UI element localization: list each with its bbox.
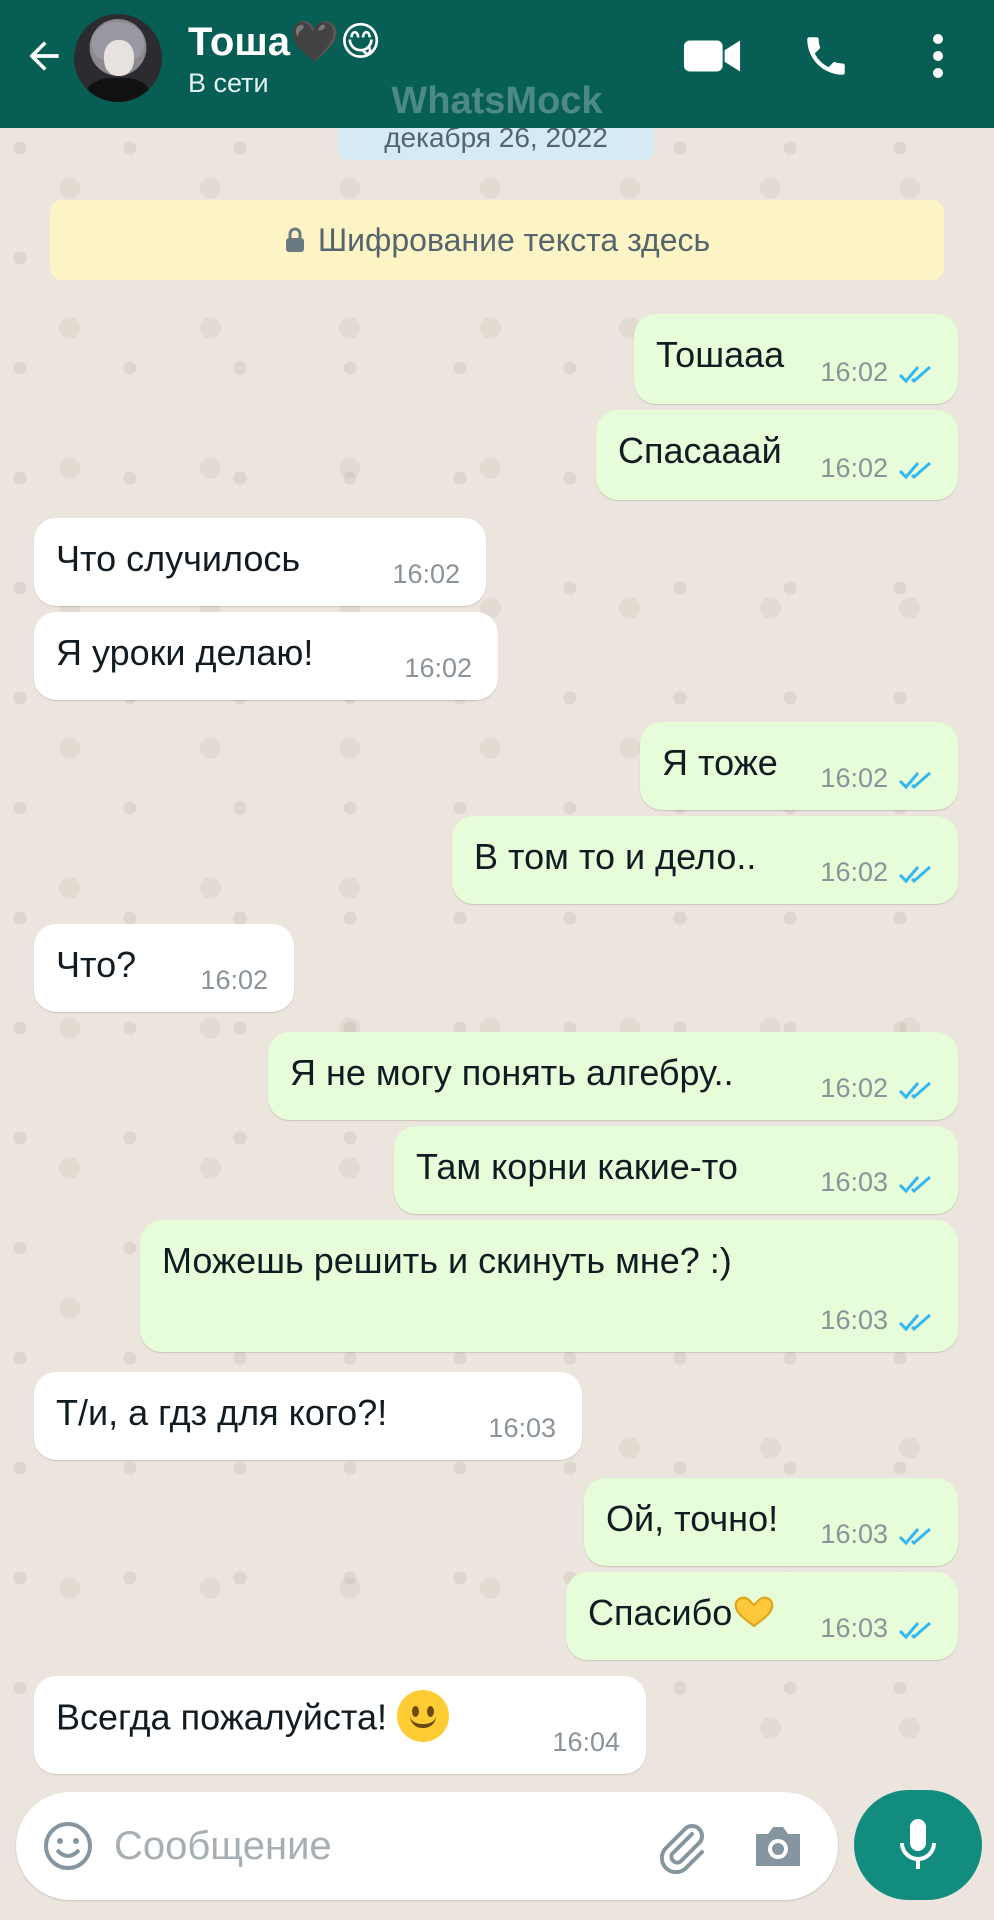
encryption-text: Шифрование текста здесь (317, 221, 711, 258)
message-text: В том то и дело.. (474, 836, 757, 877)
message-bubble-outgoing[interactable]: Тошааа 16:02 (634, 314, 958, 404)
microphone-icon (900, 1819, 936, 1869)
emoji-icon[interactable] (42, 1820, 94, 1872)
message-bubble-incoming[interactable]: Всегда пожалуйста! 16:04 (34, 1676, 646, 1774)
read-ticks-icon (898, 1621, 931, 1640)
message-bubble-outgoing[interactable]: Я не могу понять алгебру.. 16:02 (268, 1032, 958, 1120)
message-time: 16:02 (820, 453, 888, 483)
message-text: Что? (56, 944, 137, 985)
message-time: 16:03 (820, 1305, 888, 1335)
message-time: 16:03 (820, 1167, 888, 1197)
message-bubble-outgoing[interactable]: Там корни какие-то 16:03 (394, 1126, 958, 1214)
message-time: 16:02 (404, 653, 472, 683)
encryption-notice[interactable]: Шифрование текста здесь (50, 200, 944, 280)
read-ticks-icon (898, 1081, 931, 1100)
message-bubble-outgoing[interactable]: Спасибо 16:03 (566, 1572, 958, 1660)
message-bubble-incoming[interactable]: Я уроки делаю! 16:02 (34, 612, 498, 700)
read-ticks-icon (898, 461, 931, 480)
back-arrow-icon[interactable] (18, 30, 70, 82)
smiling-face-emoji-icon (397, 1690, 450, 1742)
message-bubble-incoming[interactable]: Что случилось 16:02 (34, 518, 486, 606)
paperclip-icon[interactable] (654, 1818, 710, 1874)
message-text: Я тоже (662, 742, 778, 783)
message-time: 16:04 (552, 1727, 620, 1757)
message-input-placeholder[interactable]: Сообщение (114, 1824, 332, 1869)
contact-name[interactable]: Тоша🖤😋 (188, 18, 381, 65)
voice-call-icon[interactable] (796, 26, 856, 86)
message-text: Там корни какие-то (416, 1146, 738, 1187)
message-text: Можешь решить и скинуть мне? :) (162, 1240, 732, 1281)
message-bubble-outgoing[interactable]: Я тоже 16:02 (640, 722, 958, 810)
message-text: Спасааай (618, 430, 782, 471)
message-time: 16:02 (392, 559, 460, 589)
read-ticks-icon (898, 1527, 931, 1546)
message-time: 16:02 (820, 1073, 888, 1103)
message-time: 16:02 (820, 357, 888, 387)
message-composer[interactable]: Сообщение (16, 1792, 838, 1900)
message-bubble-outgoing[interactable]: Спасааай 16:02 (596, 410, 958, 500)
message-bubble-outgoing[interactable]: Ой, точно! 16:03 (584, 1478, 958, 1566)
camera-icon[interactable] (750, 1820, 806, 1872)
message-time: 16:03 (820, 1519, 888, 1549)
message-text: Спасибо (588, 1592, 733, 1633)
chat-area[interactable]: декабря 26, 2022 Шифрование текста здесь… (0, 120, 994, 1788)
read-ticks-icon (898, 1313, 931, 1332)
message-time: 16:03 (820, 1613, 888, 1643)
message-text: Я уроки делаю! (56, 632, 314, 673)
message-time: 16:02 (820, 857, 888, 887)
heart-hands-emoji-icon (734, 1597, 774, 1628)
message-text: Что случилось (56, 538, 301, 579)
read-ticks-icon (898, 1175, 931, 1194)
video-call-icon[interactable] (682, 26, 742, 86)
message-bubble-outgoing[interactable]: Можешь решить и скинуть мне? :) 16:03 (140, 1220, 958, 1352)
message-bubble-outgoing[interactable]: В том то и дело.. 16:02 (452, 816, 958, 904)
message-bubble-incoming[interactable]: Что? 16:02 (34, 924, 294, 1012)
read-ticks-icon (898, 365, 931, 384)
message-text: Ой, точно! (606, 1498, 779, 1539)
watermark: WhatsMock (391, 80, 603, 122)
message-text: Всегда пожалуйста! (56, 1696, 388, 1738)
read-ticks-icon (898, 771, 931, 790)
lock-icon (285, 227, 304, 252)
voice-message-button[interactable] (854, 1790, 982, 1900)
message-text: Т/и, а гдз для кого?! (56, 1392, 388, 1433)
more-options-icon[interactable] (908, 26, 968, 86)
message-text: Я не могу понять алгебру.. (290, 1052, 734, 1093)
message-text: Тошааа (656, 334, 785, 375)
message-time: 16:02 (200, 965, 268, 995)
message-bubble-incoming[interactable]: Т/и, а гдз для кого?! 16:03 (34, 1372, 582, 1460)
message-time: 16:02 (820, 763, 888, 793)
message-time: 16:03 (488, 1413, 556, 1443)
read-ticks-icon (898, 865, 931, 884)
